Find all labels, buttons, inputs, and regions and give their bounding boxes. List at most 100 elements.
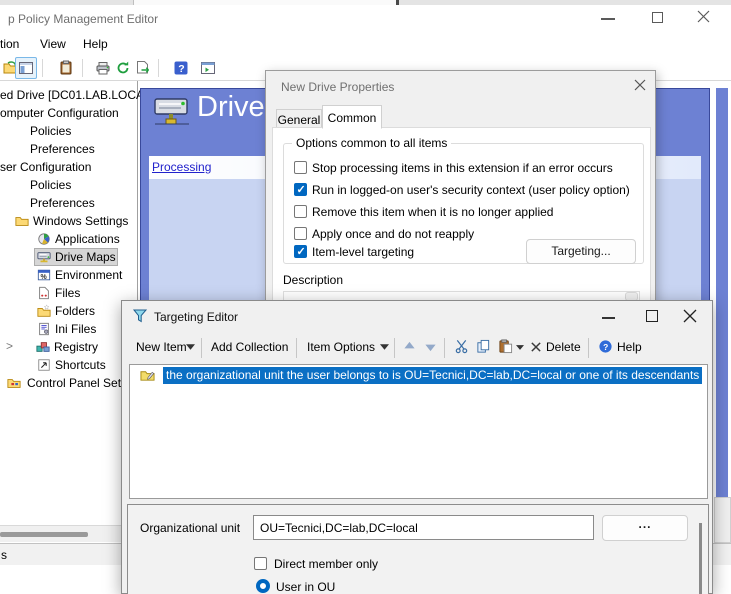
close-icon[interactable]	[634, 79, 646, 91]
browse-button[interactable]: ...	[602, 515, 688, 541]
tab-general[interactable]: General	[276, 109, 322, 128]
tree-item-computer-configuration[interactable]: omputer Configuration	[0, 105, 137, 122]
organizational-unit-icon	[140, 368, 155, 383]
console-pane-icon[interactable]	[18, 60, 34, 76]
checkbox-label: Stop processing items in this extension …	[312, 161, 613, 175]
chevron-down-icon[interactable]	[380, 344, 389, 350]
tree-item-folders[interactable]: Folders	[0, 303, 137, 320]
minimize-button[interactable]	[602, 317, 615, 319]
help-icon[interactable]: ?	[173, 60, 189, 76]
group-policy-editor-window: p Policy Management Editor tion View Hel…	[0, 0, 731, 594]
toolbar-separator	[42, 59, 43, 77]
new-window-icon[interactable]	[200, 60, 216, 76]
targeting-editor-dialog: Targeting Editor New Item Add Collection…	[121, 300, 713, 594]
checkbox-direct-member-only[interactable]	[254, 557, 267, 570]
menu-help[interactable]: Help	[83, 37, 108, 51]
pane-scrollbar-thumb[interactable]	[699, 523, 702, 594]
tree-item-windows-settings[interactable]: Windows Settings	[0, 213, 137, 230]
group-box-label: Options common to all items	[292, 136, 451, 150]
add-collection-button[interactable]: Add Collection	[211, 340, 288, 354]
chevron-down-icon[interactable]	[186, 344, 195, 350]
menu-action[interactable]: tion	[0, 37, 19, 51]
maximize-button[interactable]	[646, 310, 658, 322]
checkbox-label: Apply once and do not reapply	[312, 227, 474, 241]
tree-item-shortcuts[interactable]: Shortcuts	[0, 357, 137, 374]
move-up-icon[interactable]	[403, 340, 416, 353]
drive-maps-header-icon	[153, 96, 193, 128]
chevron-down-icon[interactable]	[516, 345, 524, 350]
targeting-items-list[interactable]: the organizational unit the user belongs…	[129, 364, 708, 499]
svg-text:%: %	[41, 274, 48, 281]
tab-common[interactable]: Common	[322, 105, 382, 129]
help-icon[interactable]: ?	[598, 339, 613, 354]
checkbox-apply-once[interactable]	[294, 227, 307, 240]
ini-files-icon	[37, 322, 51, 336]
tree-item-applications[interactable]: Applications	[0, 231, 137, 248]
close-icon[interactable]	[683, 309, 697, 323]
export-list-icon[interactable]	[135, 60, 151, 76]
dialog-title: New Drive Properties	[281, 80, 394, 94]
checkbox-stop-processing[interactable]	[294, 161, 307, 174]
new-item-button[interactable]: New Item	[136, 340, 187, 354]
item-options-button[interactable]: Item Options	[307, 340, 375, 354]
checkbox-label: Remove this item when it is no longer ap…	[312, 205, 553, 219]
maximize-button[interactable]	[652, 12, 663, 23]
panel-right-edge	[716, 88, 728, 497]
checkbox-label: Item-level targeting	[312, 245, 414, 259]
tree-horizontal-scrollbar[interactable]	[0, 525, 137, 542]
radio-user-in-ou[interactable]	[256, 579, 270, 593]
item-properties-pane: Organizational unit ... Direct member on…	[127, 504, 709, 594]
ou-input[interactable]	[253, 515, 594, 540]
files-icon	[37, 286, 51, 300]
delete-icon[interactable]	[530, 341, 542, 353]
checkbox-label: Run in logged-on user's security context…	[312, 183, 630, 197]
tree-item-policies[interactable]: Policies	[0, 123, 137, 140]
tree-item-files[interactable]: Files	[0, 285, 137, 302]
processing-link[interactable]: Processing	[152, 160, 211, 174]
help-button[interactable]: Help	[617, 340, 642, 354]
tree-item-preferences[interactable]: Preferences	[0, 141, 137, 158]
move-down-icon[interactable]	[424, 340, 437, 353]
tree-item-preferences-user[interactable]: Preferences	[0, 195, 137, 212]
clipboard-icon[interactable]	[58, 60, 74, 76]
toolbar-separator	[158, 59, 159, 77]
tree-item-control-panel-settings[interactable]: Control Panel Sett	[0, 375, 137, 392]
scrollbar-thumb[interactable]	[0, 532, 88, 537]
refresh-icon[interactable]	[115, 60, 131, 76]
description-label: Description	[283, 273, 343, 287]
toolbar-separator	[82, 59, 83, 77]
shortcuts-icon	[37, 358, 51, 372]
svg-text:?: ?	[603, 342, 608, 352]
tree-item-drive-maps[interactable]: Drive Maps	[0, 249, 137, 266]
window-titlebar: p Policy Management Editor	[0, 5, 731, 33]
targeting-item-selected[interactable]: the organizational unit the user belongs…	[163, 367, 702, 384]
tree-item-mapped-drive[interactable]: ed Drive [DC01.LAB.LOCA	[0, 87, 137, 104]
delete-button[interactable]: Delete	[546, 340, 581, 354]
tree-item-ini-files[interactable]: Ini Files	[0, 321, 137, 338]
expand-chevron-icon[interactable]: >	[6, 339, 13, 353]
tree-item-environment[interactable]: % Environment	[0, 267, 137, 284]
targeting-button[interactable]: Targeting...	[526, 239, 636, 264]
paste-icon[interactable]	[498, 339, 513, 354]
printer-icon[interactable]	[95, 60, 111, 76]
toolbar-separator	[394, 338, 395, 358]
checkbox-run-in-user-context[interactable]	[294, 183, 307, 196]
copy-icon[interactable]	[476, 339, 491, 354]
checkbox-remove-when-no-longer-applied[interactable]	[294, 205, 307, 218]
applications-icon	[37, 232, 51, 246]
user-in-ou-label: User in OU	[276, 580, 335, 594]
tree-item-policies-user[interactable]: Policies	[0, 177, 137, 194]
minimize-button[interactable]	[601, 18, 615, 20]
menu-bar: tion View Help	[0, 33, 731, 56]
targeting-toolbar: New Item Add Collection Item Options Del…	[122, 333, 712, 363]
dialog-title: Targeting Editor	[154, 310, 238, 324]
window-bottom-right-corner	[714, 497, 731, 543]
close-icon[interactable]	[697, 10, 710, 23]
svg-text:?: ?	[178, 63, 184, 75]
registry-icon	[36, 340, 50, 354]
cut-icon[interactable]	[454, 339, 469, 354]
tree-item-registry[interactable]: > Registry	[0, 339, 137, 356]
tree-item-user-configuration[interactable]: ser Configuration	[0, 159, 137, 176]
checkbox-item-level-targeting[interactable]	[294, 245, 307, 258]
menu-view[interactable]: View	[40, 37, 66, 51]
